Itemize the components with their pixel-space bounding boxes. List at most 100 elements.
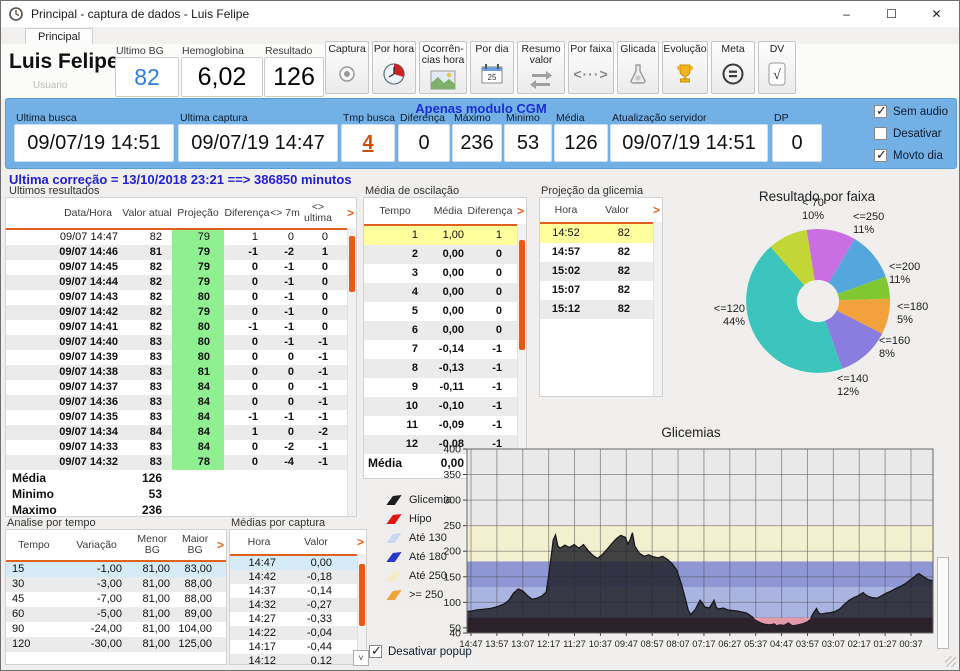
table-cell: [34, 425, 54, 440]
table-row[interactable]: 09/07 14:38838100-1: [6, 365, 356, 380]
table-row[interactable]: 09/07 14:36838400-1: [6, 395, 356, 410]
table-footer-row: Maximo236: [6, 502, 356, 517]
table-row[interactable]: 09/07 14:39838000-1: [6, 350, 356, 365]
table-row[interactable]: 8-0,13-1: [364, 359, 526, 378]
table-row[interactable]: 09/07 14:468179-1-21: [6, 245, 356, 260]
resize-grip[interactable]: [945, 656, 956, 667]
scroll-right-arrow[interactable]: >: [653, 198, 662, 222]
table-row[interactable]: 20,000: [364, 245, 526, 264]
table-row[interactable]: 120-30,0081,00125,00: [6, 637, 226, 652]
table-row[interactable]: 14:5282: [540, 224, 662, 243]
clock-button[interactable]: Por hora: [372, 41, 416, 94]
scrollbar-thumb[interactable]: [519, 240, 525, 350]
table-row[interactable]: 14:17-0,44: [230, 640, 366, 654]
table-row[interactable]: 15:0782: [540, 281, 662, 300]
maximize-button[interactable]: ☐: [869, 1, 914, 27]
table-row[interactable]: 09/07 14:4282790-10: [6, 305, 356, 320]
table-row[interactable]: 60,000: [364, 321, 526, 340]
band-Até250: [467, 526, 933, 562]
x-tick-label: 12:17: [537, 639, 560, 649]
table-row[interactable]: 14:42-0,18: [230, 570, 366, 584]
table-row[interactable]: 14:32-0,27: [230, 598, 366, 612]
check-button[interactable]: DV√: [758, 41, 796, 94]
table-cell: 84: [122, 425, 172, 440]
sem-audio-checkbox[interactable]: ✓ Sem audio: [874, 105, 948, 118]
scrollbar[interactable]: [347, 228, 356, 516]
picture-button[interactable]: Ocorrên-cias hora: [419, 41, 467, 94]
table-row[interactable]: 11,001: [364, 226, 526, 245]
table-row[interactable]: 14:120,12: [230, 654, 366, 665]
table-row[interactable]: 10-0,10-1: [364, 397, 526, 416]
checkbox-box[interactable]: ✓: [874, 149, 887, 162]
table-row[interactable]: 09/07 14:418280-1-10: [6, 320, 356, 335]
table-row[interactable]: 09/07 14:4083800-1-1: [6, 335, 356, 350]
table-row[interactable]: 09/07 14:34848410-2: [6, 425, 356, 440]
desativar-checkbox[interactable]: ✓ Desativar: [874, 127, 942, 140]
record-button[interactable]: Captura: [325, 41, 369, 94]
table-row[interactable]: 09/07 14:4382800-10: [6, 290, 356, 305]
column-header: Tempo: [364, 198, 426, 224]
calendar-button[interactable]: Por dia25: [470, 41, 514, 94]
table-cell: -0,04: [288, 626, 344, 640]
table-cell: -5,00: [62, 607, 132, 622]
trophy-button[interactable]: Evolução: [662, 41, 708, 94]
scrollbar-thumb[interactable]: [359, 564, 365, 626]
checkbox-box[interactable]: ✓: [874, 127, 887, 140]
checkbox-box[interactable]: ✓: [874, 105, 887, 118]
close-button[interactable]: ✕: [914, 1, 959, 27]
scrollbar[interactable]: [653, 222, 662, 396]
table-row[interactable]: 11-0,09-1: [364, 416, 526, 435]
table-row[interactable]: 90-24,0081,00104,00: [6, 622, 226, 637]
table-cell: -30,00: [62, 637, 132, 652]
table-row[interactable]: 09/07 14:37838400-1: [6, 380, 356, 395]
table-row[interactable]: 14:5782: [540, 243, 662, 262]
table-cell: 09/07 14:35: [54, 410, 122, 425]
target-button[interactable]: Meta: [711, 41, 755, 94]
scroll-right-arrow[interactable]: >: [357, 530, 366, 554]
table-row[interactable]: 14:27-0,33: [230, 612, 366, 626]
table-cell: 45: [6, 592, 62, 607]
table-cell: -2: [270, 245, 300, 260]
table-row[interactable]: 60-5,0081,0089,00: [6, 607, 226, 622]
table-row[interactable]: 40,000: [364, 283, 526, 302]
scroll-right-arrow[interactable]: >: [347, 198, 356, 228]
chevron-down-icon[interactable]: ˅: [353, 650, 369, 666]
table-row[interactable]: 14:22-0,04: [230, 626, 366, 640]
table-row[interactable]: 09/07 14:3283780-4-1: [6, 455, 356, 470]
table-row[interactable]: 15-1,0081,0083,00: [6, 562, 226, 577]
table-row[interactable]: 09/07 14:358384-1-1-1: [6, 410, 356, 425]
swap-arrows-button[interactable]: Resumo valor: [517, 41, 565, 94]
scroll-right-arrow[interactable]: >: [217, 530, 226, 560]
table-row[interactable]: 09/07 14:4482790-10: [6, 275, 356, 290]
checkbox-box[interactable]: ✓: [369, 645, 382, 658]
table-cell: 15:07: [540, 281, 592, 300]
table-row[interactable]: 14:470,00: [230, 556, 366, 570]
table-row[interactable]: 9-0,11-1: [364, 378, 526, 397]
table-row[interactable]: 45-7,0081,0088,00: [6, 592, 226, 607]
table-cell: 0: [224, 440, 270, 455]
table-cell: 0,00: [426, 321, 470, 340]
movto-dia-checkbox[interactable]: ✓ Movto dia: [874, 149, 943, 162]
table-row[interactable]: 30,000: [364, 264, 526, 283]
scrollbar[interactable]: [357, 554, 366, 664]
minimize-button[interactable]: –: [824, 1, 869, 27]
user-name: Luis Felipe: [9, 50, 119, 74]
range-button[interactable]: Por faixa<···>: [568, 41, 614, 94]
table-row[interactable]: 09/07 14:3383840-2-1: [6, 440, 356, 455]
chart-scrollbar[interactable]: [937, 557, 949, 649]
table-row[interactable]: 14:37-0,14: [230, 584, 366, 598]
table-row[interactable]: 09/07 14:478279100: [6, 230, 356, 245]
flask-button[interactable]: Glicada: [617, 41, 659, 94]
table-row[interactable]: 7-0,14-1: [364, 340, 526, 359]
scroll-right-arrow[interactable]: >: [517, 198, 526, 224]
tab-principal[interactable]: Principal: [25, 28, 93, 45]
table-row[interactable]: 30-3,0081,0088,00: [6, 577, 226, 592]
table-cell: 81,00: [132, 607, 174, 622]
table-row[interactable]: 15:0282: [540, 262, 662, 281]
scrollbar-thumb[interactable]: [349, 236, 355, 292]
x-tick-label: 04:47: [770, 639, 793, 649]
table-row[interactable]: 09/07 14:4582790-10: [6, 260, 356, 275]
table-row[interactable]: 15:1282: [540, 300, 662, 319]
table-cell: 83: [122, 395, 172, 410]
table-row[interactable]: 50,000: [364, 302, 526, 321]
